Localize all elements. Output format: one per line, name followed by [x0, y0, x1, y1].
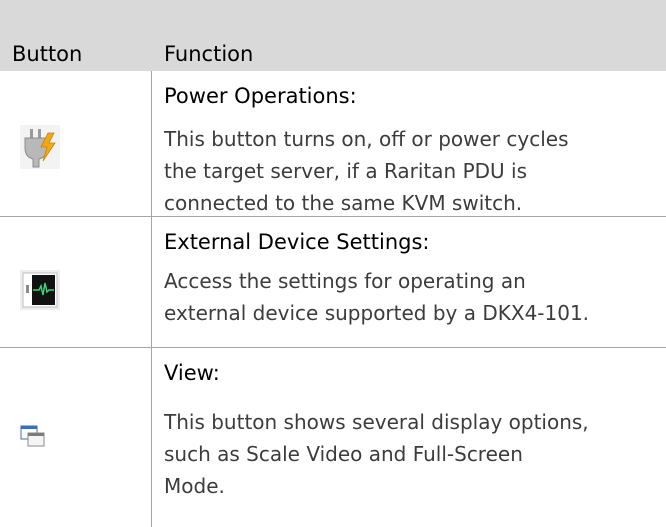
row-description-line: such as Scale Video and Full-Screen — [164, 442, 523, 466]
row-title-colon: : — [212, 361, 220, 385]
button-cell — [0, 217, 152, 347]
row-description-line: the target server, if a Raritan PDU is — [164, 159, 527, 183]
view-windows-icon[interactable] — [20, 425, 46, 453]
button-cell — [0, 348, 152, 527]
button-cell — [0, 71, 152, 216]
row-title: External Device Settings: — [164, 230, 430, 254]
row-title-text: View — [164, 361, 213, 385]
row-title-text: Power Operations — [164, 84, 350, 108]
row-title-colon: : — [349, 84, 357, 108]
row-description-line: This button turns on, off or power cycle… — [164, 127, 569, 151]
row-description-line: Access the settings for operating an — [164, 269, 526, 293]
power-plug-icon[interactable] — [20, 125, 60, 173]
column-header-function: Function — [164, 42, 254, 66]
row-description-line: connected to the same KVM switch. — [164, 191, 523, 215]
external-device-icon[interactable] — [20, 270, 60, 314]
table-row: Power Operations: This button turns on, … — [0, 71, 666, 216]
row-description-line: external device supported by a DKX4-101. — [164, 301, 590, 325]
row-description-line: Mode. — [164, 474, 225, 498]
table-row: External Device Settings: Access the set… — [0, 217, 666, 347]
row-title: View: — [164, 361, 220, 385]
table-header: Button Function — [0, 0, 666, 71]
row-description-line: This button shows several display option… — [164, 410, 589, 434]
table-row: View: This button shows several display … — [0, 348, 666, 527]
column-header-button: Button — [12, 42, 83, 66]
row-title: Power Operations: — [164, 84, 357, 108]
